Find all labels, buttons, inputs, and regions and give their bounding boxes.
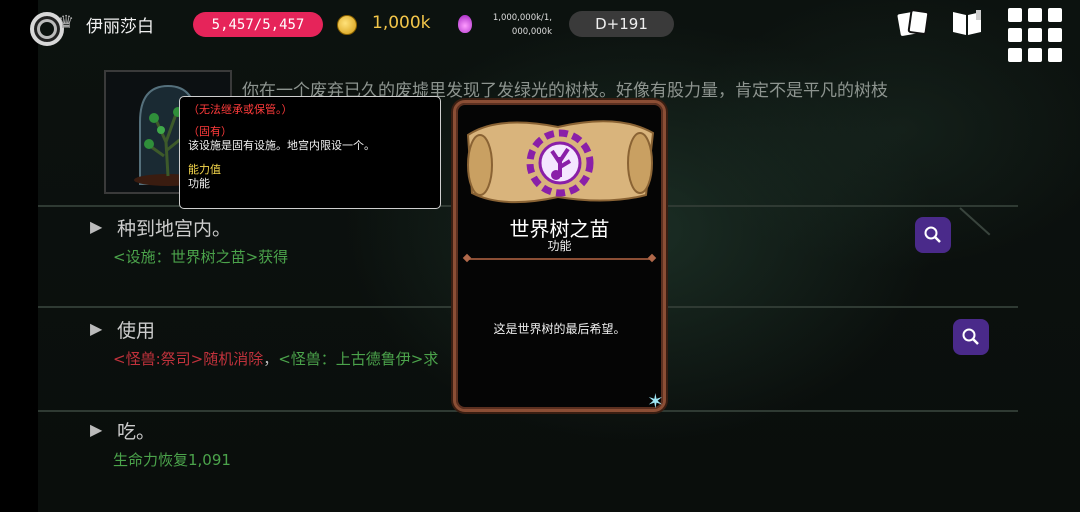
top-bar: ♛ 伊丽莎白 5,457/5,457 1,000k 1,000,000k/1, … — [0, 0, 1080, 62]
left-edge — [0, 0, 38, 512]
star-icon: ✶ — [647, 389, 664, 413]
cards-icon[interactable] — [896, 8, 930, 38]
day-counter: D+191 — [569, 11, 674, 37]
book-icon[interactable] — [950, 8, 984, 38]
section-sub-plant: <设施：世界树之苗>获得 — [113, 248, 289, 266]
tooltip-line-3: 该设施是固有设施。地宫内限设一个。 — [188, 139, 375, 152]
scroll-emblem-icon — [466, 120, 655, 204]
soul-amount-line1: 1,000,000k/1, — [492, 13, 552, 23]
section-title-use: 使用 — [117, 320, 156, 342]
arrow-right-icon: ▶ — [90, 420, 103, 439]
soul-flame-icon — [458, 15, 472, 33]
section-title-plant: 种到地宫内。 — [117, 218, 232, 240]
card-divider — [466, 258, 653, 260]
section-sub-eat: 生命力恢复1,091 — [113, 451, 231, 469]
soul-amount: 1,000,000k/1, 000,000k — [478, 11, 552, 39]
tooltip-line-1: （无法继承或保管。） — [188, 103, 293, 116]
tooltip-line-4: 能力值 — [188, 163, 221, 176]
section-title-eat: 吃。 — [117, 421, 156, 443]
player-name: 伊丽莎白 — [86, 17, 154, 37]
card-description: 这是世界树的最后希望。 — [493, 322, 626, 336]
hp-badge: 5,457/5,457 — [193, 12, 323, 37]
arrow-right-icon: ▶ — [90, 319, 103, 338]
search-button-use[interactable] — [953, 319, 989, 355]
arrow-right-icon: ▶ — [90, 217, 103, 236]
section-sub-use-red: <怪兽:祭司>随机消除 — [113, 350, 264, 368]
search-icon — [924, 226, 941, 243]
search-icon — [962, 328, 979, 345]
card-subtitle: 功能 — [547, 239, 572, 253]
section-sub-use: <怪兽:祭司>随机消除，<怪兽：上古德鲁伊>求 — [113, 348, 438, 369]
grid-menu-icon[interactable] — [1008, 8, 1064, 62]
coin-icon — [337, 15, 357, 35]
gold-amount: 1,000k — [372, 13, 431, 33]
search-button-plant[interactable] — [915, 217, 951, 253]
tooltip-line-2: （固有） — [188, 125, 232, 138]
trait-tooltip: （无法继承或保管。） （固有） 该设施是固有设施。地宫内限设一个。 能力值 功能 — [179, 96, 441, 209]
crown-icon: ♛ — [58, 12, 75, 33]
soul-amount-line2: 000,000k — [511, 27, 552, 37]
tooltip-line-5: 功能 — [188, 177, 210, 190]
section-sub-use-green: <怪兽：上古德鲁伊>求 — [278, 350, 439, 368]
item-card[interactable]: 世界树之苗 功能 这是世界树的最后希望。 ✶ — [453, 100, 666, 412]
section-sub-use-sep: ， — [263, 350, 279, 368]
